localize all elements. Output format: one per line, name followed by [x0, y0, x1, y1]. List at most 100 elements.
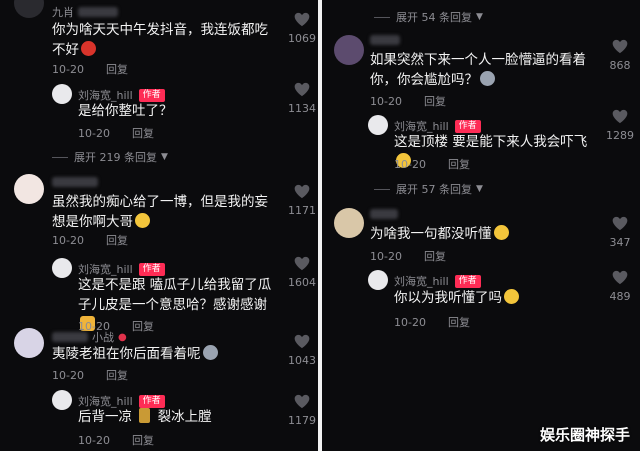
comment-date: 10-20 [52, 63, 84, 76]
reply-button[interactable]: 回复 [106, 63, 128, 76]
heart-icon [612, 109, 628, 124]
heart-icon [612, 216, 628, 231]
heart-icon [294, 334, 310, 349]
avatar[interactable] [14, 174, 44, 204]
comment-panel-right: 展开 54 条回复 ▼ 如果突然下来一个人一脸懵逼的看着你，你会尴尬吗？ 10-… [322, 0, 640, 451]
like-button[interactable]: 1604 [285, 256, 319, 289]
expand-divider [374, 188, 390, 190]
avatar[interactable] [14, 0, 44, 18]
comment-username[interactable] [370, 209, 398, 219]
reply-date: 10-20 [78, 127, 110, 140]
comment-text: 夷陵老祖在你后面看着呢 [52, 344, 274, 364]
comment-meta: 10-20 回复 [52, 232, 128, 248]
heart-icon [294, 12, 310, 27]
husky-face-icon [480, 71, 495, 86]
like-button[interactable]: 489 [603, 270, 637, 303]
reply-meta: 10-20 回复 [394, 156, 470, 172]
reply-button[interactable]: 回复 [132, 434, 154, 447]
reply-text: 后背一凉 裂冰上膛 [78, 407, 278, 427]
heart-icon [294, 82, 310, 97]
comment-username[interactable] [370, 35, 400, 45]
comment-date: 10-20 [370, 250, 402, 263]
comment-panel-left: 九肖 你为啥天天中午发抖音，我连饭都吃不好 10-20 回复 1069 刘海宽_h… [0, 0, 318, 451]
blurred-username [52, 332, 88, 342]
username-label: 小战 [92, 331, 114, 344]
reply-button[interactable]: 回复 [424, 95, 446, 108]
like-button[interactable]: 1179 [285, 394, 319, 427]
reply-text: 你以为我听懂了吗 [394, 288, 604, 308]
author-avatar[interactable] [368, 270, 388, 290]
balloon-icon: ● [118, 331, 127, 343]
avatar[interactable] [334, 35, 364, 65]
expand-label: 展开 57 条回复 [396, 183, 472, 196]
comment-date: 10-20 [52, 369, 84, 382]
reply-button[interactable]: 回复 [132, 320, 154, 333]
comment-date: 10-20 [370, 95, 402, 108]
bottle-icon [139, 408, 151, 423]
author-avatar[interactable] [368, 115, 388, 135]
comment-username[interactable]: 九肖 [52, 4, 118, 20]
expand-divider [374, 16, 390, 18]
like-count: 1289 [606, 129, 634, 142]
author-avatar[interactable] [52, 390, 72, 410]
expand-replies-button[interactable]: 展开 219 条回复 ▼ [52, 149, 168, 165]
reply-username[interactable]: 刘海宽_hill 作者 [394, 273, 481, 289]
comment-body: 虽然我的痴心给了一博，但是我的妄想是你啊大哥 [52, 194, 268, 230]
reply-body: 你以为我听懂了吗 [394, 290, 502, 306]
comment-meta: 10-20 回复 [370, 248, 446, 264]
grimace-face-icon [135, 213, 150, 228]
reply-button[interactable]: 回复 [132, 127, 154, 140]
like-button[interactable]: 1043 [285, 334, 319, 367]
reply-button[interactable]: 回复 [106, 234, 128, 247]
reply-date: 10-20 [394, 158, 426, 171]
comment-body: 夷陵老祖在你后面看着呢 [52, 346, 201, 362]
like-count: 1043 [288, 354, 316, 367]
username-label: 九肖 [52, 6, 74, 19]
author-badge: 作者 [454, 119, 481, 133]
like-count: 868 [609, 59, 631, 72]
expand-replies-button[interactable]: 展开 57 条回复 ▼ [374, 181, 483, 197]
like-button[interactable]: 1171 [285, 184, 319, 217]
comment-body: 如果突然下来一个人一脸懵逼的看着你，你会尴尬吗？ [370, 52, 586, 88]
like-button[interactable]: 1069 [285, 12, 319, 45]
reply-body: 这是顶楼 要是能下来人我会吓飞 [394, 134, 588, 150]
heart-icon [294, 394, 310, 409]
avatar[interactable] [14, 328, 44, 358]
reply-body-suffix: 裂冰上膛 [157, 409, 212, 425]
author-avatar[interactable] [52, 258, 72, 278]
husky-face-icon [202, 345, 218, 360]
like-button[interactable]: 1134 [285, 82, 319, 115]
comment-date: 10-20 [52, 234, 84, 247]
blurred-username [78, 7, 118, 17]
heart-icon [612, 270, 628, 285]
reply-button[interactable]: 回复 [424, 250, 446, 263]
expand-label: 展开 219 条回复 [74, 151, 157, 164]
reply-button[interactable]: 回复 [448, 316, 470, 329]
expand-replies-button[interactable]: 展开 54 条回复 ▼ [374, 9, 483, 25]
like-button[interactable]: 868 [603, 39, 637, 72]
reply-button[interactable]: 回复 [448, 158, 470, 171]
shocked-face-icon [504, 289, 519, 304]
comment-username[interactable] [52, 177, 98, 187]
heart-icon [294, 184, 310, 199]
comment-username[interactable]: 小战 ● [52, 329, 127, 345]
comment-meta: 10-20 回复 [370, 93, 446, 109]
avatar[interactable] [334, 208, 364, 238]
like-count: 1134 [288, 102, 316, 115]
author-avatar[interactable] [52, 84, 72, 104]
like-count: 489 [609, 290, 631, 303]
blurred-username [52, 177, 98, 187]
like-count: 347 [609, 236, 631, 249]
author-badge: 作者 [138, 262, 165, 276]
author-badge: 作者 [454, 274, 481, 288]
heart-icon [612, 39, 628, 54]
like-button[interactable]: 1289 [603, 109, 637, 142]
like-button[interactable]: 347 [603, 216, 637, 249]
comment-body: 为啥我一句都没听懂 [370, 226, 492, 242]
reply-meta: 10-20 回复 [78, 432, 154, 448]
comment-meta: 10-20 回复 [52, 61, 128, 77]
blurred-username [370, 209, 398, 219]
chevron-down-icon: ▼ [476, 12, 483, 22]
reply-button[interactable]: 回复 [106, 369, 128, 382]
reply-meta: 10-20 回复 [394, 314, 470, 330]
